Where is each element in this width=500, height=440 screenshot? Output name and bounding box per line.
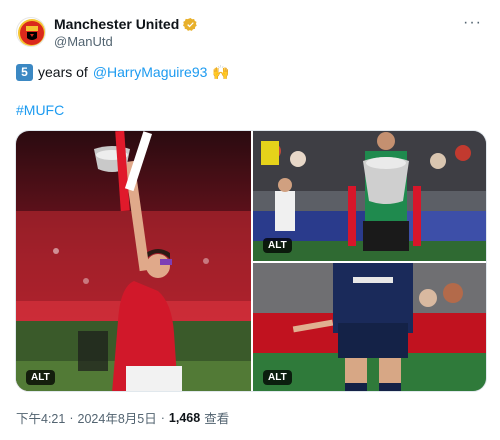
- tweet-time[interactable]: 下午4:21: [16, 408, 65, 427]
- alt-badge[interactable]: ALT: [26, 370, 55, 385]
- tweet-meta: 下午4:21 · 2024年8月5日 · 1,468 查看: [16, 408, 229, 427]
- photo-trophy-lift[interactable]: ALT: [16, 131, 251, 391]
- meta-separator: ·: [69, 410, 74, 425]
- more-options-icon[interactable]: ···: [463, 14, 482, 32]
- man-utd-crest-icon: [18, 19, 45, 46]
- author-name-row: Manchester United: [54, 16, 198, 32]
- raising-hands-emoji: 🙌: [212, 64, 230, 80]
- tweet-card: Manchester United @ManUtd ··· 5 years of…: [0, 0, 500, 440]
- author-handle[interactable]: @ManUtd: [54, 34, 113, 49]
- photo-trophy-fans[interactable]: ALT: [253, 131, 486, 261]
- avatar[interactable]: [16, 17, 46, 47]
- views-label: 查看: [204, 412, 230, 426]
- hashtag-link[interactable]: #MUFC: [16, 102, 64, 118]
- keycap-digit-emoji: 5: [16, 63, 33, 81]
- tweet-text: 5 years of @HarryMaguire93 🙌: [16, 63, 230, 81]
- photo-training-kit[interactable]: ALT: [253, 263, 486, 391]
- tweet-date[interactable]: 2024年8月5日: [78, 408, 157, 427]
- mention-link[interactable]: @HarryMaguire93: [93, 63, 208, 81]
- verified-badge-icon: [183, 17, 197, 31]
- alt-badge[interactable]: ALT: [263, 370, 292, 385]
- alt-badge[interactable]: ALT: [263, 238, 292, 253]
- tweet-text-body: years of: [38, 64, 88, 80]
- display-name[interactable]: Manchester United: [54, 16, 179, 32]
- meta-separator: ·: [160, 410, 165, 425]
- media-grid: ALT ALT ALT: [15, 130, 487, 392]
- trophy-lift-image: [16, 131, 251, 391]
- views-count[interactable]: 1,468: [169, 411, 200, 425]
